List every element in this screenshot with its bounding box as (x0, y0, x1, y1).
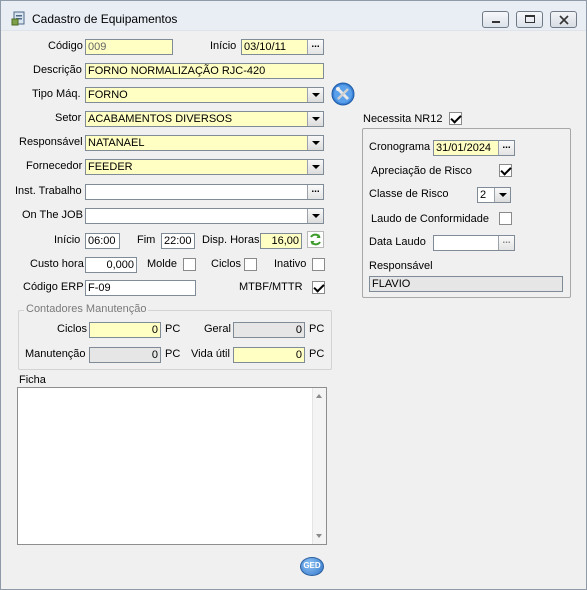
descricao-label: Descrição (33, 64, 82, 76)
responsavel-label: Responsável (19, 136, 83, 148)
inicio-date-field[interactable]: 03/10/11 ... (241, 39, 324, 55)
close-button[interactable] (550, 11, 577, 28)
setor-select[interactable]: ACABAMENTOS DIVERSOS (85, 111, 324, 127)
refresh-icon[interactable] (307, 231, 324, 248)
ciclos-checkbox[interactable] (244, 258, 257, 271)
manutencao-label: Manutenção (25, 348, 86, 360)
ged-button[interactable]: GED (300, 557, 324, 576)
apreciacao-checkbox[interactable] (499, 164, 512, 177)
ficha-label: Ficha (19, 374, 46, 386)
custo-hora-label: Custo hora (30, 258, 84, 270)
ciclos-label: Ciclos (211, 258, 241, 270)
chevron-down-icon[interactable] (307, 88, 323, 102)
inicio-date-label: Início (210, 40, 237, 52)
maximize-button[interactable] (516, 11, 543, 28)
chevron-down-icon[interactable] (494, 188, 510, 202)
ciclos-counter-field[interactable]: 0 (89, 322, 161, 338)
responsavel-select[interactable]: NATANAEL (85, 135, 324, 151)
equipment-window: Cadastro de Equipamentos Código 009 Iníc… (0, 0, 587, 590)
vida-util-label: Vida útil (191, 348, 230, 360)
molde-checkbox[interactable] (183, 258, 196, 271)
fornecedor-select[interactable]: FEEDER (85, 159, 324, 175)
codigo-label: Código (48, 40, 83, 52)
on-the-job-select[interactable] (85, 208, 324, 224)
molde-label: Molde (147, 258, 177, 270)
nr12-responsavel-field: FLAVIO (369, 276, 563, 292)
manutencao-field: 0 (89, 347, 161, 363)
tipo-maq-select[interactable]: FORNO (85, 87, 324, 103)
close-icon (559, 15, 569, 25)
chevron-down-icon[interactable] (307, 209, 323, 223)
nr12-responsavel-label: Responsável (369, 260, 433, 272)
responsavel-value: NATANAEL (88, 137, 145, 149)
classe-risco-label: Classe de Risco (369, 188, 449, 200)
inativo-checkbox[interactable] (312, 258, 325, 271)
disp-horas-label: Disp. Horas (202, 234, 260, 246)
app-icon (11, 11, 25, 26)
data-laudo-field[interactable]: ... (433, 235, 515, 251)
title-bar: Cadastro de Equipamentos (1, 1, 586, 31)
disp-horas-field[interactable]: 16,00 (260, 233, 302, 249)
setor-value: ACABAMENTOS DIVERSOS (88, 113, 233, 125)
ficha-scrollbar[interactable] (312, 388, 326, 544)
scroll-down-icon[interactable] (316, 534, 322, 538)
mtbf-mttr-checkbox[interactable] (312, 281, 325, 294)
inicio-date-value: 03/10/11 (244, 41, 287, 53)
classe-risco-value: 2 (480, 189, 487, 201)
inicio-time-field[interactable]: 06:00 (85, 233, 120, 249)
geral-unit: PC (309, 323, 325, 335)
cronograma-field[interactable]: 31/01/2024 ... (433, 140, 515, 156)
maximize-icon (525, 15, 535, 23)
laudo-conformidade-label: Laudo de Conformidade (371, 213, 490, 225)
ciclos-counter-label: Ciclos (57, 323, 87, 335)
inst-trabalho-label: Inst. Trabalho (15, 185, 82, 197)
ciclos-unit: PC (165, 323, 181, 335)
fornecedor-label: Fornecedor (26, 160, 83, 172)
codigo-erp-field[interactable]: F-09 (85, 280, 196, 296)
fornecedor-value: FEEDER (88, 161, 133, 173)
classe-risco-select[interactable]: 2 (477, 187, 511, 203)
data-laudo-label: Data Laudo (369, 236, 426, 248)
inicio-date-picker-button[interactable]: ... (307, 40, 323, 54)
nr12-label: Necessita NR12 (363, 113, 443, 125)
fim-field[interactable]: 22:00 (161, 233, 195, 249)
tipo-maq-value: FORNO (88, 89, 128, 101)
on-the-job-label: On The JOB (22, 209, 83, 221)
apreciacao-label: Apreciação de Risco (371, 165, 472, 177)
geral-label: Geral (204, 323, 231, 335)
scroll-up-icon[interactable] (316, 394, 322, 398)
inicio-time-label: Início (54, 234, 81, 246)
vida-util-unit: PC (309, 348, 325, 360)
minimize-button[interactable] (482, 11, 509, 28)
cronograma-value: 31/01/2024 (436, 142, 492, 154)
ficha-textarea[interactable] (17, 387, 327, 545)
contadores-title: Contadores Manutenção (24, 303, 149, 315)
descricao-field[interactable]: FORNO NORMALIZAÇÃO RJC-420 (85, 63, 324, 79)
window-title: Cadastro de Equipamentos (32, 12, 178, 26)
ged-label: GED (303, 561, 321, 570)
nr12-checkbox[interactable] (449, 112, 462, 125)
fim-label: Fim (137, 234, 156, 246)
codigo-field[interactable]: 009 (85, 39, 173, 55)
tipo-maq-label: Tipo Máq. (32, 88, 81, 100)
vida-util-field[interactable]: 0 (233, 347, 305, 363)
chevron-down-icon[interactable] (307, 160, 323, 174)
laudo-conformidade-checkbox[interactable] (499, 212, 512, 225)
geral-field: 0 (233, 322, 305, 338)
chevron-down-icon[interactable] (307, 112, 323, 126)
cronograma-label: Cronograma (369, 141, 431, 153)
inst-trabalho-browse-button[interactable]: ... (307, 185, 323, 199)
minimize-icon (492, 21, 500, 23)
inativo-label: Inativo (274, 258, 307, 270)
manutencao-unit: PC (165, 348, 181, 360)
chevron-down-icon[interactable] (307, 136, 323, 150)
custo-hora-field[interactable]: 0,000 (85, 257, 137, 273)
codigo-erp-label: Código ERP (23, 281, 84, 293)
inst-trabalho-field[interactable]: ... (85, 184, 324, 200)
tools-icon[interactable] (331, 82, 355, 106)
mtbf-mttr-label: MTBF/MTTR (239, 281, 303, 293)
cronograma-picker-button[interactable]: ... (498, 141, 514, 155)
setor-label: Setor (55, 112, 82, 124)
data-laudo-picker-button[interactable]: ... (498, 236, 514, 250)
